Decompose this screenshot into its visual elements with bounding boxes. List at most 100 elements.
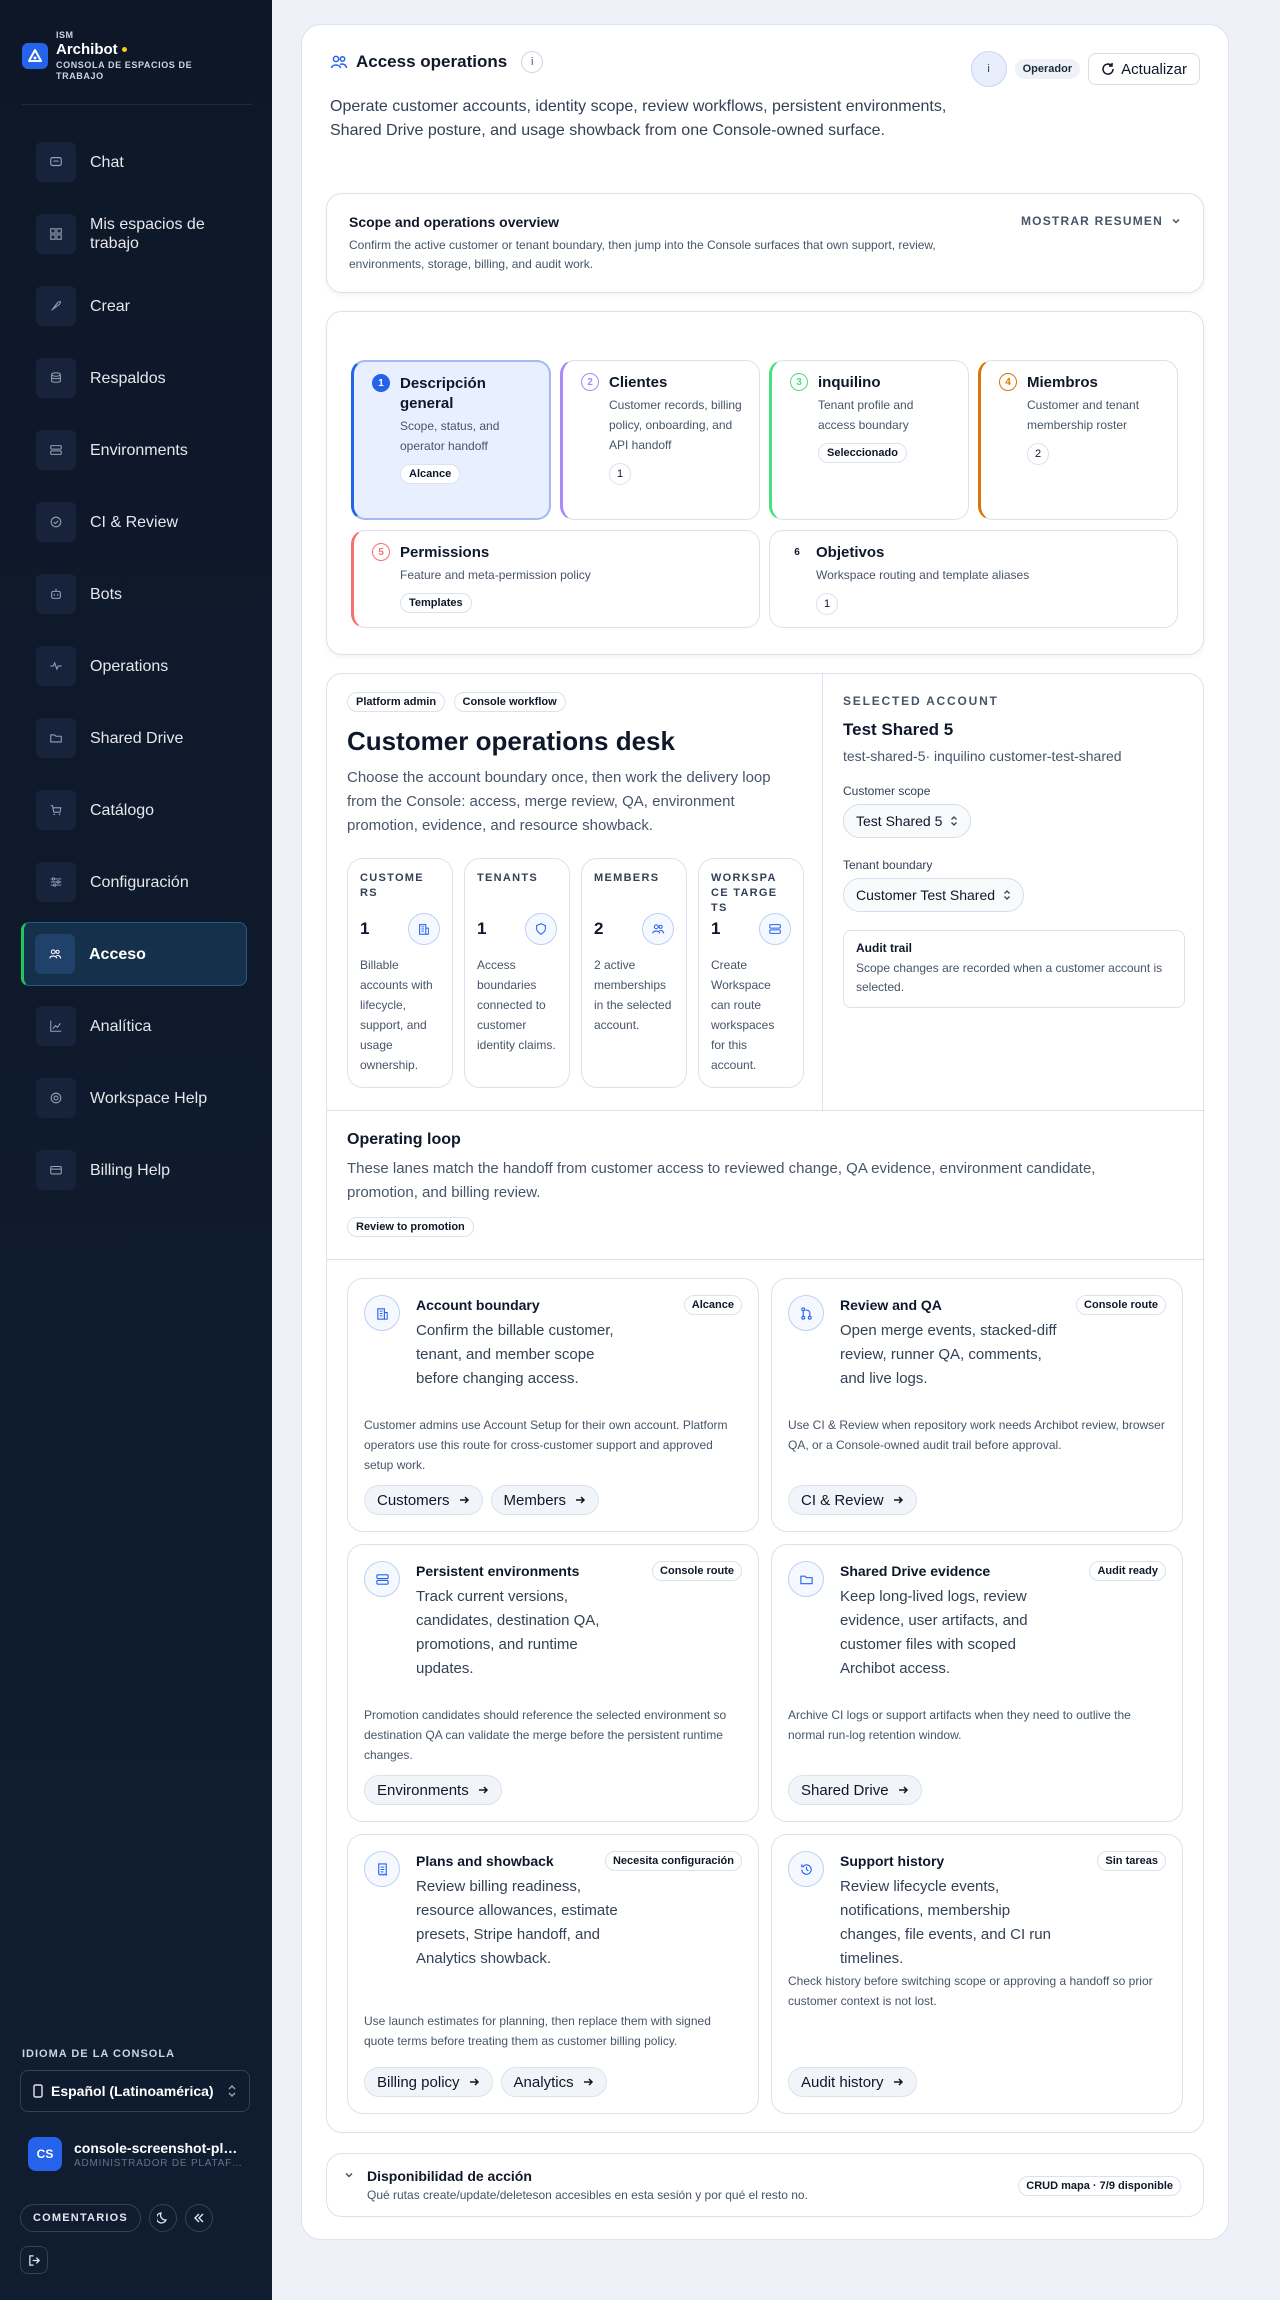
- lane-description: Open merge events, stacked-diff review, …: [840, 1322, 1057, 1387]
- metric-label: MEMBERS: [594, 872, 660, 884]
- scope-overview: Scope and operations overview Confirm th…: [326, 193, 1204, 293]
- show-summary-label: MOSTRAR RESUMEN: [1020, 214, 1163, 228]
- operating-loop-description: These lanes match the handoff from custo…: [347, 1160, 1096, 1201]
- sidebar-item-label: Catálogo: [90, 801, 155, 819]
- sidebar-item-environments[interactable]: Environments: [21, 418, 247, 482]
- theme-toggle-button[interactable]: [148, 2204, 177, 2232]
- arrow-right-icon: [898, 1786, 908, 1794]
- sidebar-item-chat[interactable]: Chat: [21, 130, 247, 194]
- lane-badge: Console route: [652, 1561, 742, 1581]
- step-clientes[interactable]: 2 Clientes Customer records, billing polic…: [560, 360, 760, 520]
- analytics-button[interactable]: Analytics: [500, 2067, 607, 2097]
- sidebar-item-workspace-help[interactable]: Workspace Help: [21, 1066, 247, 1130]
- building-icon: [364, 1295, 400, 1331]
- audit-trail-note: Audit trail Scope changes are recorded w…: [843, 930, 1185, 1008]
- lane-badge: Necesita configuración: [604, 1851, 742, 1871]
- action-label: Analytics: [513, 2073, 574, 2091]
- sidebar-item-configuracion[interactable]: Configuración: [21, 850, 247, 914]
- lane-badge: Audit ready: [1089, 1561, 1166, 1581]
- refresh-button[interactable]: Actualizar: [1088, 53, 1200, 85]
- billing-policy-button[interactable]: Billing policy: [364, 2067, 493, 2097]
- sidebar-item-ci-review[interactable]: CI & Review: [21, 490, 247, 554]
- ci-review-button[interactable]: CI & Review: [788, 1485, 917, 1515]
- sidebar-item-respaldos[interactable]: Respaldos: [21, 346, 247, 410]
- chat-icon: [50, 157, 62, 167]
- arrow-right-icon: [576, 1496, 586, 1504]
- shared-drive-button[interactable]: Shared Drive: [788, 1775, 922, 1805]
- lane-description: Keep long-lived logs, review evidence, u…: [840, 1588, 1028, 1677]
- language-select[interactable]: Español (Latinoamérica): [20, 2070, 250, 2112]
- environments-button[interactable]: Environments: [364, 1775, 502, 1805]
- grid-icon: [36, 214, 76, 254]
- lifebuoy-icon: [50, 1092, 62, 1104]
- lane-badge: Sin tareas: [1097, 1851, 1166, 1871]
- lane-note: Archive CI logs or support artifacts whe…: [788, 1708, 1131, 1742]
- server-icon: [759, 913, 791, 945]
- action-availability[interactable]: Disponibilidad de acción Qué rutas creat…: [326, 2153, 1204, 2217]
- brand[interactable]: ISM Archibot CONSOLA DE ESPACIOS DE TRAB…: [22, 30, 226, 82]
- customer-scope-select[interactable]: Test Shared 5: [843, 804, 972, 838]
- metric-members: MEMBERS 2 2 active memberships in the sele…: [581, 858, 687, 1088]
- pulse-icon: [36, 646, 76, 686]
- desk-description: Choose the account boundary once, then w…: [347, 769, 771, 834]
- selected-account-panel: SELECTED ACCOUNT Test Shared 5 test-shar…: [823, 674, 1205, 1110]
- sidebar-item-label: Analítica: [90, 1017, 152, 1035]
- step-miembros[interactable]: 4 Miembros Customer and tenant membership …: [978, 360, 1178, 520]
- action-label: Customers: [377, 1491, 450, 1509]
- lane-note: Use CI & Review when repository work nee…: [788, 1418, 1165, 1452]
- user-menu[interactable]: CS console-screenshot-platform ADMINISTR…: [28, 2137, 244, 2171]
- sidebar-item-mis-espacios-de-trabajo[interactable]: Mis espacios de trabajo: [21, 202, 247, 266]
- step-title: Objetivos: [816, 544, 885, 561]
- collapse-sidebar-button[interactable]: [184, 2204, 213, 2232]
- selected-account-sub: test-shared-5· inquilino customer-test-s…: [843, 748, 1122, 764]
- tenant-boundary-select[interactable]: Customer Test Shared: [843, 878, 1025, 912]
- operator-avatar[interactable]: i: [970, 51, 1007, 87]
- audit-history-button[interactable]: Audit history: [788, 2067, 917, 2097]
- step-permissions[interactable]: 5 Permissions Feature and meta-permission …: [351, 530, 760, 628]
- customers-button[interactable]: Customers: [364, 1485, 483, 1515]
- brand-org: ISM: [56, 30, 74, 40]
- sidebar-item-catalogo[interactable]: Catálogo: [21, 778, 247, 842]
- step-inquilino[interactable]: 3 inquilino Tenant profile and access boun…: [769, 360, 969, 520]
- users-icon: [35, 934, 75, 974]
- sidebar-item-acceso[interactable]: Acceso: [21, 922, 247, 986]
- lane-account-boundary: Account boundary Alcance Confirm the billa…: [347, 1278, 759, 1532]
- sidebar-item-crear[interactable]: Crear: [21, 274, 247, 338]
- folder-icon: [788, 1561, 824, 1597]
- action-label: Environments: [377, 1781, 469, 1799]
- feedback-button[interactable]: COMENTARIOS: [20, 2204, 141, 2232]
- logout-button[interactable]: [20, 2246, 48, 2274]
- sidebar-item-shared-drive[interactable]: Shared Drive: [21, 706, 247, 770]
- sidebar-item-operations[interactable]: Operations: [21, 634, 247, 698]
- check-circle-icon: [36, 502, 76, 542]
- server-icon: [364, 1561, 400, 1597]
- step-description: Workspace routing and template aliases: [816, 568, 1030, 582]
- metric-value: 1: [477, 919, 487, 938]
- step-count: 1: [816, 593, 838, 615]
- sidebar-item-label: Billing Help: [90, 1161, 171, 1179]
- chip-console-workflow: Console workflow: [453, 692, 566, 712]
- step-descripcion-general[interactable]: 1 Descripción general Scope, status, and o…: [351, 360, 551, 520]
- step-objetivos[interactable]: 6 Objetivos Workspace routing and template…: [769, 530, 1178, 628]
- arrow-right-icon: [583, 2078, 593, 2086]
- sidebar-item-bots[interactable]: Bots: [21, 562, 247, 626]
- sliders-icon: [36, 862, 76, 902]
- action-label: CI & Review: [801, 1491, 884, 1509]
- sidebar-item-label: Mis espacios de trabajo: [90, 216, 205, 252]
- metric-label: TENANTS: [477, 872, 539, 884]
- sidebar-item-analitica[interactable]: Analítica: [21, 994, 247, 1058]
- metric-description: Access boundaries connected to customer …: [477, 958, 556, 1052]
- users-icon: [652, 924, 665, 934]
- shield-icon: [525, 913, 557, 945]
- users-icon: [330, 55, 348, 69]
- customer-scope-value: Test Shared 5: [856, 813, 943, 829]
- folder-icon: [36, 718, 76, 758]
- tenant-boundary-value: Customer Test Shared: [856, 887, 996, 903]
- lane-description: Track current versions, candidates, dest…: [416, 1588, 600, 1677]
- lane-description: Review lifecycle events, notifications, …: [840, 1878, 1051, 1967]
- info-button[interactable]: i: [521, 51, 544, 73]
- sidebar-item-billing-help[interactable]: Billing Help: [21, 1138, 247, 1202]
- show-summary-toggle[interactable]: MOSTRAR RESUMEN: [1021, 214, 1181, 228]
- members-button[interactable]: Members: [490, 1485, 600, 1515]
- lane-title: Review and QA: [840, 1297, 942, 1313]
